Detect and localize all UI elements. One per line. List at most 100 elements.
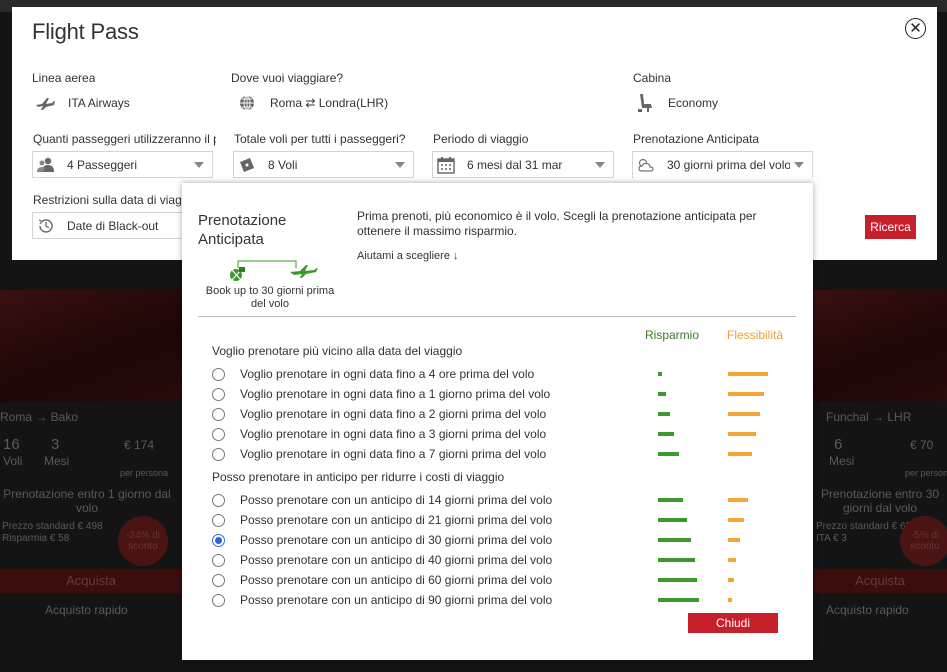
chevron-down-icon	[595, 161, 605, 168]
savings-bar	[658, 578, 697, 582]
option-label: Voglio prenotare in ogni data fino a 1 g…	[240, 387, 551, 401]
period-label: Periodo di viaggio	[433, 132, 529, 146]
flexibility-bar	[728, 558, 736, 562]
advance-label: Prenotazione Anticipata	[633, 132, 760, 146]
savings-bar	[658, 498, 683, 502]
option-label: Voglio prenotare in ogni data fino a 7 g…	[240, 447, 547, 461]
route-label: Dove vuoi viaggiare?	[231, 71, 344, 85]
option-label: Voglio prenotare in ogni data fino a 2 g…	[240, 407, 547, 421]
bg-quick-buy-right[interactable]: Acquisto rapido	[826, 603, 909, 617]
route-value: Roma ⇄ Londra(LHR)	[270, 96, 389, 110]
search-button[interactable]: Ricerca	[865, 215, 916, 239]
option-label: Posso prenotare con un anticipo di 40 gi…	[240, 553, 553, 567]
savings-bar	[658, 452, 679, 456]
option-label: Voglio prenotare in ogni data fino a 3 g…	[240, 427, 547, 441]
bg-buy-button-right[interactable]: Acquista	[813, 569, 947, 593]
close-popover-button[interactable]: Chiudi	[688, 613, 778, 633]
booking-timeline-icon	[230, 260, 318, 281]
savings-bar	[658, 372, 662, 376]
advance-booking-popover: Prenotazione Anticipata Book up to 30 gi…	[182, 183, 813, 660]
booking-option[interactable]: Posso prenotare con un anticipo di 40 gi…	[212, 550, 792, 570]
flights-label: Totale voli per tutti i passeggeri?	[234, 132, 406, 146]
radio-selected[interactable]	[212, 533, 225, 547]
savings-bar	[658, 412, 670, 416]
clock-icon	[35, 217, 57, 235]
bg-months-count: 3	[51, 436, 60, 453]
option-label: Posso prenotare con un anticipo di 30 gi…	[240, 533, 553, 547]
booking-option[interactable]: Voglio prenotare in ogni data fino a 2 g…	[212, 404, 792, 424]
radio-button[interactable]	[212, 367, 225, 381]
popover-caption: Book up to 30 giorni prima del volo	[205, 285, 335, 310]
help-choose-link[interactable]: Aiutami a scegliere ↓	[357, 250, 459, 262]
passengers-label: Quanti passeggeri utilizzeranno il pass?	[33, 132, 216, 146]
radio-button[interactable]	[212, 407, 225, 421]
bg-booking-right: Prenotazione entro 30 giorni dal volo	[820, 487, 940, 515]
passengers-select[interactable]: 4 Passeggeri	[32, 151, 213, 178]
flights-value: 8 Voli	[268, 157, 298, 172]
booking-option[interactable]: Voglio prenotare in ogni data fino a 3 g…	[212, 424, 792, 444]
bg-original-price: Prezzo standard € 498	[2, 521, 103, 532]
group-near-label: Voglio prenotare più vicino alla data de…	[212, 344, 463, 358]
booking-option[interactable]: Posso prenotare con un anticipo di 14 gi…	[212, 490, 792, 510]
route-value-row: Roma ⇄ Londra(LHR)	[236, 94, 388, 112]
savings-bar	[658, 598, 699, 602]
bg-saving-right: ITA € 3	[816, 533, 847, 544]
bg-saving: Risparmia € 58	[2, 533, 70, 544]
option-label: Posso prenotare con un anticipo di 90 gi…	[240, 593, 553, 607]
bg-flights-count: 16	[3, 436, 20, 453]
destination-photo-right	[813, 290, 947, 402]
period-select[interactable]: 6 mesi dal 31 mar	[432, 151, 614, 178]
option-label: Posso prenotare con un anticipo di 14 gi…	[240, 493, 553, 507]
flexibility-bar	[728, 432, 756, 436]
radio-button[interactable]	[212, 553, 225, 567]
close-icon: ✕	[909, 20, 922, 37]
bg-route-right: Funchal → LHR	[826, 410, 912, 424]
flexibility-bar	[728, 498, 748, 502]
passengers-value: 4 Passeggeri	[67, 157, 138, 172]
cabin-value: Economy	[668, 96, 719, 110]
booking-option[interactable]: Posso prenotare con un anticipo di 21 gi…	[212, 510, 792, 530]
advance-select[interactable]: 30 giorni prima del volo	[632, 151, 813, 178]
booking-option[interactable]: Voglio prenotare in ogni data fino a 1 g…	[212, 384, 792, 404]
divider	[198, 316, 796, 317]
bg-booking: Prenotazione entro 1 giorno dal volo	[3, 487, 171, 515]
chevron-down-icon	[194, 161, 204, 168]
radio-button[interactable]	[212, 513, 225, 527]
cabin-value-row: Economy	[634, 94, 718, 112]
booking-option[interactable]: Posso prenotare con un anticipo di 60 gi…	[212, 570, 792, 590]
bg-quick-buy[interactable]: Acquisto rapido	[45, 603, 128, 617]
close-dialog-button[interactable]: ✕	[905, 18, 926, 39]
flights-select[interactable]: 8 Voli	[233, 151, 414, 178]
booking-option[interactable]: Voglio prenotare in ogni data fino a 7 g…	[212, 444, 792, 464]
savings-bar	[658, 432, 674, 436]
savings-bar	[658, 538, 691, 542]
flexibility-bar	[728, 578, 734, 582]
radio-button[interactable]	[212, 593, 225, 607]
flexibility-bar	[728, 372, 768, 376]
radio-button[interactable]	[212, 387, 225, 401]
booking-option[interactable]: Voglio prenotare in ogni data fino a 4 o…	[212, 364, 792, 384]
bg-months-label-right: Mesi	[829, 454, 855, 468]
savings-legend: Risparmio	[645, 328, 700, 342]
seat-icon	[634, 94, 656, 112]
bg-months-count-right: 6	[834, 436, 843, 453]
radio-button[interactable]	[212, 427, 225, 441]
flexibility-bar	[728, 452, 752, 456]
restrictions-select[interactable]: Date di Black-out	[32, 212, 194, 239]
plane-icon	[34, 94, 56, 112]
booking-option[interactable]: Posso prenotare con un anticipo di 30 gi…	[212, 530, 792, 550]
radio-button[interactable]	[212, 573, 225, 587]
flexibility-bar	[728, 518, 744, 522]
bg-price: € 174	[124, 438, 155, 452]
bg-months-label: Mesi	[44, 454, 70, 468]
savings-bar	[658, 392, 666, 396]
radio-button[interactable]	[212, 493, 225, 507]
flexibility-legend: Flessibilità	[727, 328, 784, 342]
radio-button[interactable]	[212, 447, 225, 461]
bg-buy-button[interactable]: Acquista	[0, 569, 182, 593]
restrictions-label: Restrizioni sulla data di viaggio	[33, 193, 182, 207]
booking-option[interactable]: Posso prenotare con un anticipo di 90 gi…	[212, 590, 792, 610]
period-value: 6 mesi dal 31 mar	[467, 157, 563, 172]
flexibility-bar	[728, 412, 760, 416]
chevron-down-icon	[395, 161, 405, 168]
